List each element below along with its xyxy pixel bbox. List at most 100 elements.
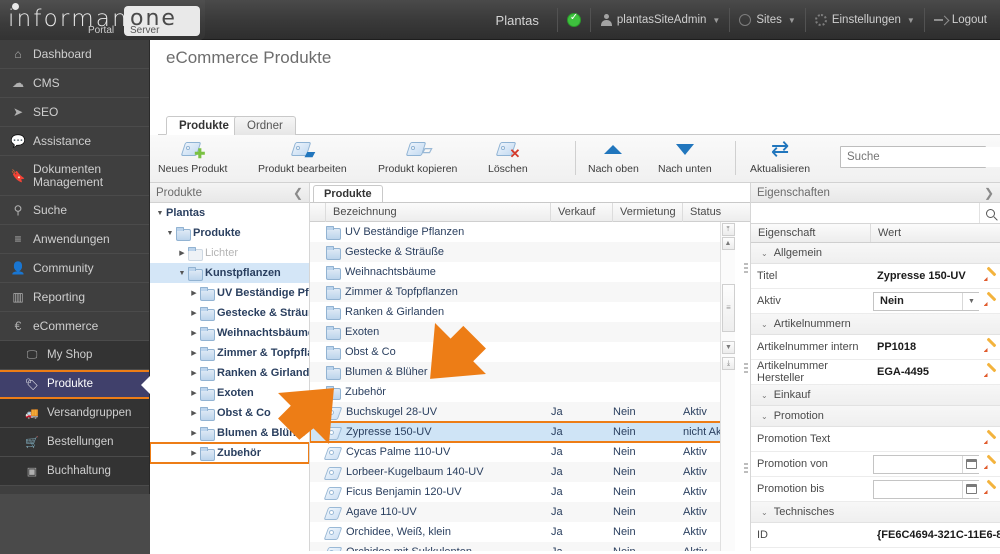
sidebar-item-reporting[interactable]: ▥ Reporting (0, 283, 149, 312)
expander-icon[interactable]: ▼ (154, 210, 166, 217)
table-row[interactable]: Agave 110-UVJaNeinAktiv133,34 (310, 502, 735, 522)
property-row-artikelnummer-intern[interactable]: Artikelnummer intern PP1018 (751, 335, 1000, 360)
expander-icon[interactable]: ▶ (188, 349, 200, 357)
brand-logo[interactable]: informance one Portal Server (0, 0, 205, 40)
calendar-button[interactable] (962, 480, 979, 498)
property-row-promotion-text[interactable]: Promotion Text (751, 427, 1000, 452)
table-row[interactable]: Blumen & Blüher (310, 362, 735, 382)
edit-button[interactable] (979, 364, 1000, 380)
edit-button[interactable] (979, 456, 1000, 472)
table-row[interactable]: Ranken & Girlanden (310, 302, 735, 322)
table-row[interactable]: Gestecke & Sträuße (310, 242, 735, 262)
properties-search-input[interactable] (751, 203, 979, 223)
table-row[interactable]: Exoten (310, 322, 735, 342)
property-row-aktiv[interactable]: Aktiv Nein ▼ (751, 289, 1000, 314)
calendar-button[interactable] (962, 455, 979, 473)
move-down-button[interactable]: Nach unten (658, 137, 712, 181)
scroll-first-button[interactable]: ⤒ (721, 223, 735, 236)
settings-menu[interactable]: Einstellungen ▼ (804, 8, 924, 32)
property-row-promotion-von[interactable]: Promotion von (751, 452, 1000, 477)
sidebar-item-anwendungen[interactable]: ≡ Anwendungen (0, 225, 149, 254)
tree-node-kunstpflanzen[interactable]: ▼ Kunstpflanzen (150, 263, 309, 283)
promotion-bis-date-input[interactable] (873, 479, 979, 499)
sidebar-item-my-shop[interactable]: 🖵 My Shop (0, 341, 149, 370)
sidebar-item-ecommerce[interactable]: € eCommerce (0, 312, 149, 341)
chevron-down-icon[interactable]: ▼ (962, 292, 979, 310)
sidebar-item-assistance[interactable]: 💬 Assistance (0, 127, 149, 156)
table-row[interactable]: Cycas Palme 110-UVJaNeinAktiv116,67 (310, 442, 735, 462)
tree-node-gestecke-straeusse[interactable]: ▶ Gestecke & Sträuße (150, 303, 309, 323)
edit-button[interactable] (979, 268, 1000, 284)
edit-button[interactable] (979, 431, 1000, 447)
grid-header-bezeichnung[interactable]: Bezeichnung (326, 203, 551, 222)
expander-icon[interactable]: ▶ (188, 409, 200, 417)
toolbar-search[interactable] (840, 146, 1000, 168)
property-row-promotion-bis[interactable]: Promotion bis (751, 477, 1000, 502)
edit-product-button[interactable]: ▰ Produkt bearbeiten (258, 137, 347, 181)
property-group-promotion[interactable]: ⌄ Promotion (751, 406, 1000, 427)
user-menu[interactable]: plantasSiteAdmin ▼ (589, 8, 729, 32)
grid-header-status[interactable]: Status (683, 203, 753, 222)
table-row[interactable]: Orchidee, Weiß, kleinJaNeinAktiv33,34 (310, 522, 735, 542)
aktiv-select[interactable]: Nein ▼ (873, 291, 979, 311)
expander-icon[interactable]: ▼ (176, 270, 188, 277)
properties-search-button[interactable] (979, 203, 1000, 223)
property-group-technisches[interactable]: ⌄ Technisches (751, 502, 1000, 523)
expander-icon[interactable]: ▶ (188, 289, 200, 297)
table-row[interactable]: Buchskugel 28-UVJaNeinAktiv37,50 (310, 402, 735, 422)
refresh-button[interactable]: ⇄ Aktualisieren (750, 137, 810, 181)
table-row[interactable]: Weihnachtsbäume (310, 262, 735, 282)
table-row[interactable]: Ficus Benjamin 120-UVJaNeinAktiv108,34 (310, 482, 735, 502)
table-row[interactable]: Obst & Co (310, 342, 735, 362)
properties-header-key[interactable]: Eigenschaft (751, 224, 871, 242)
expander-icon[interactable]: ▶ (176, 249, 188, 257)
tree-node-uv-bestaendige-pflanzen[interactable]: ▶ UV Beständige Pflanzen (150, 283, 309, 303)
property-group-allgemein[interactable]: ⌄ Allgemein (751, 243, 1000, 264)
sidebar-item-dokumenten-management[interactable]: 🔖 Dokumenten Management (0, 156, 149, 196)
expander-icon[interactable]: ▶ (188, 329, 200, 337)
move-up-button[interactable]: Nach oben (588, 137, 639, 181)
tree-node-lichter[interactable]: ▶ Lichter (150, 243, 309, 263)
sidebar-item-buchhaltung[interactable]: ▣ Buchhaltung (0, 457, 149, 486)
chevron-right-icon[interactable]: ❯ (984, 186, 994, 200)
table-row[interactable]: UV Beständige Pflanzen (310, 222, 735, 242)
search-input[interactable] (841, 147, 1000, 167)
copy-product-button[interactable]: ▱ Produkt kopieren (378, 137, 457, 181)
scroll-last-button[interactable]: ⤓ (722, 357, 735, 370)
property-row-titel[interactable]: Titel Zypresse 150-UV (751, 264, 1000, 289)
table-row[interactable]: Lorbeer-Kugelbaum 140-UVJaNeinAktiv191,6… (310, 462, 735, 482)
tab-produkte[interactable]: Produkte (166, 116, 242, 135)
edit-button[interactable] (979, 293, 1000, 309)
logout-button[interactable]: Logout (923, 8, 996, 32)
table-row-selected[interactable]: Zypresse 150-UVJaNeinnicht Aktiv166,67 (310, 421, 735, 443)
sidebar-item-produkte[interactable]: 🏷 Produkte (0, 370, 150, 399)
expander-icon[interactable]: ▶ (188, 369, 200, 377)
expander-icon[interactable]: ▶ (188, 429, 200, 437)
properties-splitter[interactable] (743, 243, 750, 554)
grid-header-verkauf[interactable]: Verkauf (551, 203, 613, 222)
tree-node-produkte[interactable]: ▼ Produkte (150, 223, 309, 243)
tree-node-blumen-blueher[interactable]: ▶ Blumen & Blüher (150, 423, 309, 443)
sites-menu[interactable]: Sites ▼ (729, 8, 805, 32)
new-product-button[interactable]: ✚ Neues Produkt (158, 137, 227, 181)
chevron-left-icon[interactable]: ❮ (293, 186, 303, 200)
properties-header-value[interactable]: Wert (871, 224, 1000, 242)
tab-ordner[interactable]: Ordner (234, 116, 296, 135)
delete-product-button[interactable]: ✕ Löschen (488, 137, 528, 181)
tree-node-obst-co[interactable]: ▶ Obst & Co (150, 403, 309, 423)
edit-button[interactable] (979, 481, 1000, 497)
property-group-einkauf[interactable]: ⌄ Einkauf (751, 385, 1000, 406)
sidebar-item-dashboard[interactable]: ⌂ Dashboard (0, 40, 149, 69)
expander-icon[interactable]: ▶ (188, 449, 200, 457)
sidebar-item-bestellungen[interactable]: 🛒 Bestellungen (0, 428, 149, 457)
grid-scrollbar[interactable]: ⤒ ▲ ▼ ⤓ (720, 222, 735, 554)
expander-icon[interactable]: ▶ (188, 309, 200, 317)
promotion-von-date-input[interactable] (873, 454, 979, 474)
property-row-id[interactable]: ID {FE6C4694-321C-11E6-85 (751, 523, 1000, 548)
tree-node-zubehoer[interactable]: ▶ Zubehör (150, 442, 309, 464)
sidebar-item-versandgruppen[interactable]: 🚚 Versandgruppen (0, 399, 149, 428)
scroll-down-button[interactable]: ▼ (722, 341, 735, 354)
sidebar-item-seo[interactable]: ➤ SEO (0, 98, 149, 127)
sidebar-item-suche[interactable]: ⚲ Suche (0, 196, 149, 225)
properties-search[interactable] (751, 203, 1000, 224)
